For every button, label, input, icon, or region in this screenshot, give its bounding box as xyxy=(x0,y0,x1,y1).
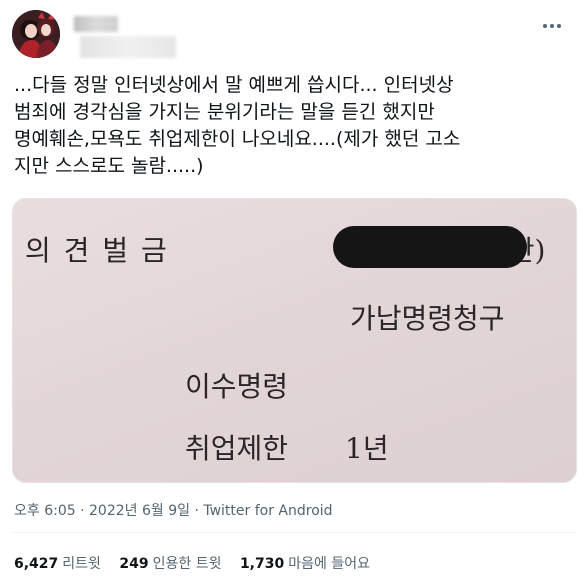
redaction-bar xyxy=(333,226,527,268)
retweet-count[interactable]: 6,427 리트윗 xyxy=(14,556,101,572)
tweet-time[interactable]: 오후 6:05 xyxy=(14,503,76,519)
tweet-source[interactable]: Twitter for Android xyxy=(203,503,332,519)
username-blurred[interactable] xyxy=(80,36,176,58)
like-count-label: 마음에 들어요 xyxy=(288,556,370,572)
tweet-header xyxy=(12,10,572,58)
photo-fine-label: 의 견 벌 금 xyxy=(25,234,169,267)
tweet-text-line: 지만 스스로도 놀람.....) xyxy=(14,155,204,177)
tweet-text-line: 명예훼손,모욕도 취업제한이 나오네요....(제가 했던 고소 xyxy=(14,128,461,150)
tweet-text: ...다들 정말 인터넷상에서 말 예쁘게 씁시다... 인터넷상 범죄에 경각… xyxy=(14,72,584,180)
ellipsis-icon xyxy=(543,24,561,28)
tweet-date[interactable]: 2022년 6월 9일 xyxy=(89,503,190,519)
photo-completion-order: 이수명령 xyxy=(185,370,289,403)
meta-separator: · xyxy=(80,503,85,519)
avatar-image xyxy=(12,10,60,58)
retweet-count-label: 리트윗 xyxy=(62,556,101,572)
quote-tweet-count-value: 249 xyxy=(119,556,149,572)
tweet-metadata: 오후 6:05 · 2022년 6월 9일 · Twitter for Andr… xyxy=(14,500,333,520)
tweet-stats: 6,427 리트윗 249 인용한 트윗 1,730 마음에 들어요 xyxy=(14,553,384,573)
tweet-text-line: 범죄에 경각심을 가지는 분위기라는 말을 듣긴 했지만 xyxy=(14,101,435,123)
more-options-button[interactable] xyxy=(542,14,562,33)
display-name-blurred[interactable] xyxy=(74,16,118,32)
divider xyxy=(12,532,575,533)
photo-employment-restriction-label: 취업제한 xyxy=(185,432,289,465)
quote-tweet-count[interactable]: 249 인용한 트윗 xyxy=(119,556,221,572)
photo-provisional-payment: 가납명령청구 xyxy=(350,302,505,335)
retweet-count-value: 6,427 xyxy=(14,556,59,572)
quote-tweet-count-label: 인용한 트윗 xyxy=(152,556,222,572)
meta-separator: · xyxy=(194,503,199,519)
tweet-text-line: ...다들 정말 인터넷상에서 말 예쁘게 씁시다... 인터넷상 xyxy=(14,74,454,96)
like-count-value: 1,730 xyxy=(239,556,285,572)
avatar[interactable] xyxy=(12,10,60,58)
photo-employment-restriction-value: 1년 xyxy=(345,432,389,465)
tweet-photo[interactable]: 의 견 벌 금 백만) 가납명령청구 이수명령 취업제한 1년 xyxy=(12,198,577,483)
like-count[interactable]: 1,730 마음에 들어요 xyxy=(240,556,370,572)
